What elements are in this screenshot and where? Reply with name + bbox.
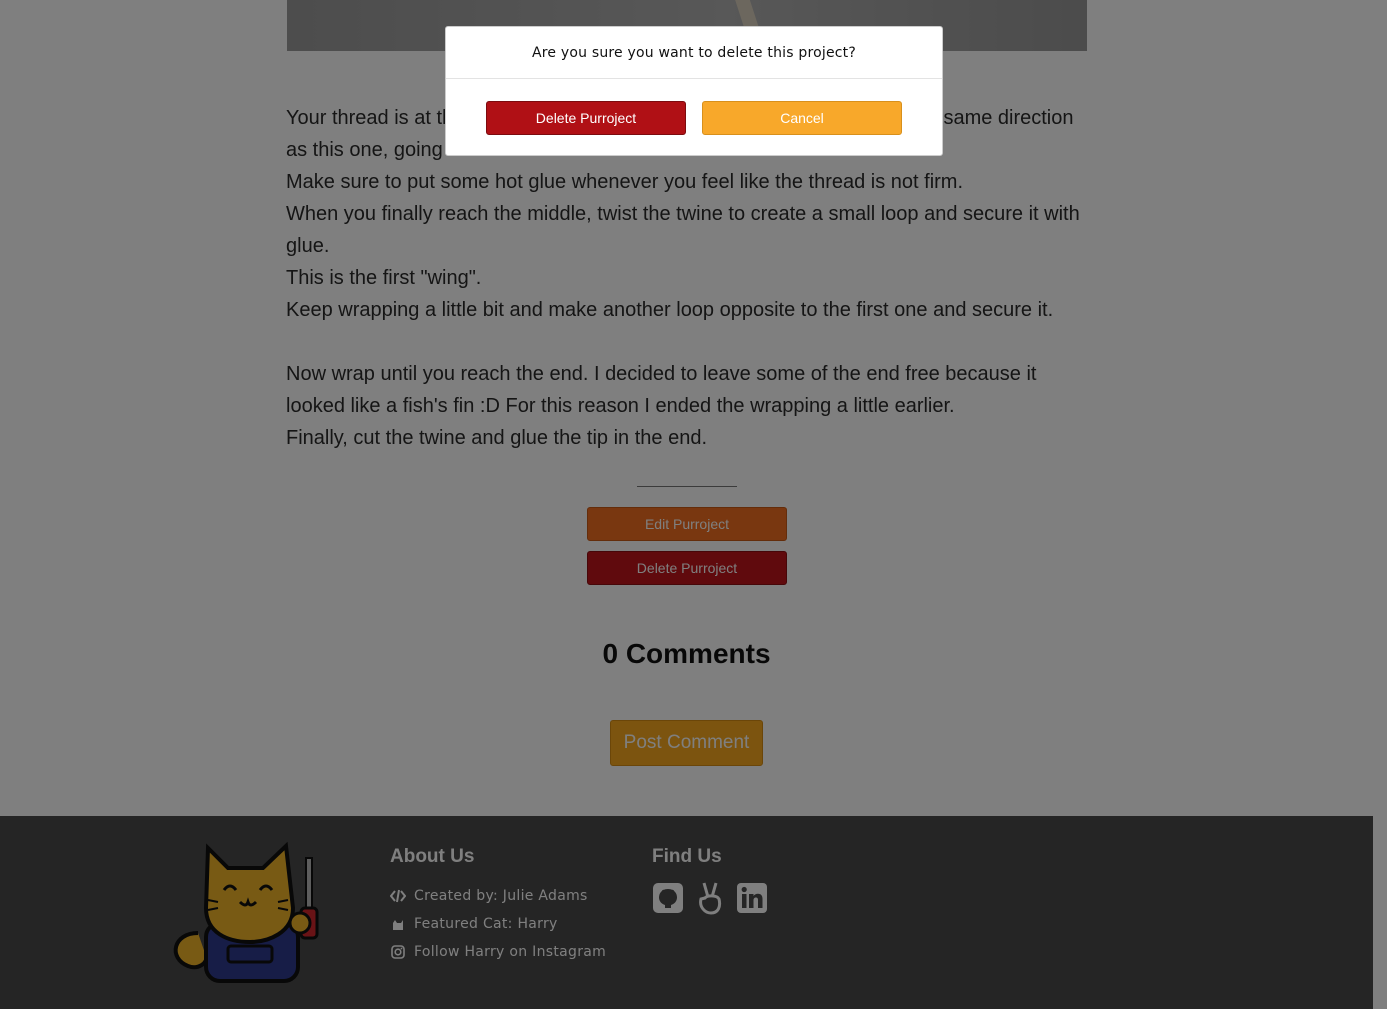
delete-confirmation-modal: Are you sure you want to delete this pro…	[445, 26, 943, 156]
cancel-button[interactable]: Cancel	[702, 101, 902, 135]
modal-actions: Delete Purroject Cancel	[446, 79, 942, 156]
modal-question: Are you sure you want to delete this pro…	[446, 27, 942, 79]
confirm-delete-button[interactable]: Delete Purroject	[486, 101, 686, 135]
page: Your thread is at the beginning of the s…	[0, 0, 1387, 1009]
